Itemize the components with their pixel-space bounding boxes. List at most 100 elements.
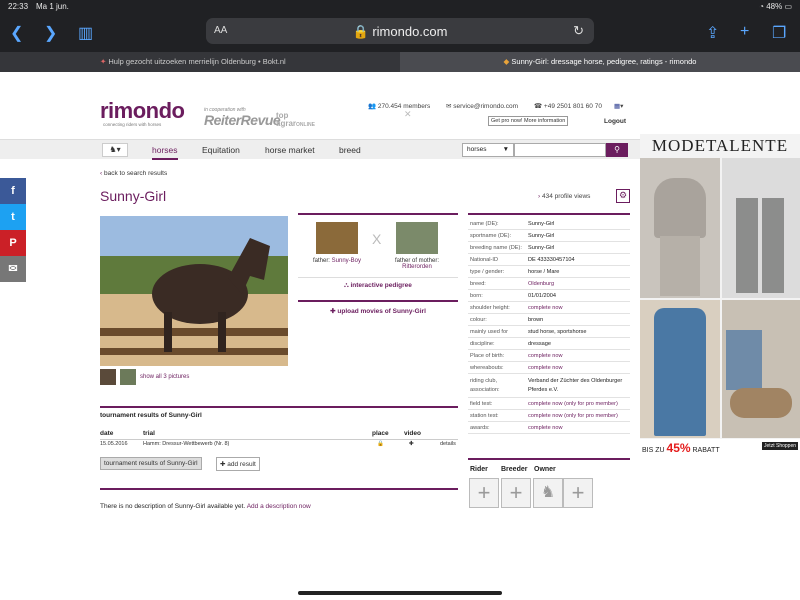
language-selector[interactable]: ▦▾ (614, 102, 623, 110)
ad-percent: 45% (666, 441, 691, 454)
info-value[interactable]: Oldenburg (528, 281, 554, 287)
tab-label: Sunny-Girl: dressage horse, pedigree, ra… (511, 57, 697, 66)
info-label: riding club, association: (470, 378, 500, 393)
add-breeder-button[interactable]: + (501, 478, 531, 508)
logout-link[interactable]: Logout (604, 118, 626, 125)
info-label: station test: (470, 413, 499, 419)
ad-banner: BIS ZU 45% RABATT Jetzt Shoppen (640, 439, 800, 454)
info-value: horse / Mare (528, 269, 560, 275)
advertisement[interactable]: MODETALENTE BIS ZU 45% RABATT Jetzt Shop… (640, 134, 800, 454)
search-input[interactable] (514, 143, 606, 157)
menu-horse-market[interactable]: horse market (265, 145, 315, 155)
plus-icon: ✚ (220, 461, 226, 468)
rimondo-logo[interactable]: rimondo (100, 98, 185, 124)
reiterrevue-logo[interactable]: ReiterRevue (204, 112, 281, 128)
facebook-share-icon[interactable]: f (0, 178, 26, 204)
info-label: field test: (470, 401, 493, 407)
result-details-link[interactable]: details (440, 441, 456, 447)
search-button[interactable]: ⚲ (606, 143, 628, 157)
tab-favicon-icon: ◆ (503, 57, 510, 66)
breeder-label: Breeder (501, 466, 528, 473)
topagrar-logo[interactable]: top agrarONLINE (276, 112, 315, 129)
owner-avatar-icon[interactable]: ♞ (533, 478, 563, 508)
info-value[interactable]: complete now (528, 425, 563, 431)
result-date: 15.05.2016 (100, 441, 128, 447)
info-value: Sunny-Girl (528, 233, 555, 239)
info-label: type / gender: (470, 269, 505, 275)
pedigree-icon: ⛬ (344, 282, 349, 289)
url-text: 🔒 rimondo.com (352, 24, 448, 39)
settings-gear-icon[interactable]: ⚙ (616, 189, 630, 203)
upload-movies-link[interactable]: ✚ upload movies of Sunny-Girl (298, 307, 458, 315)
close-tab-icon[interactable]: ✕ (404, 104, 412, 124)
twitter-share-icon[interactable]: t (0, 204, 26, 230)
info-label: National-ID (470, 257, 498, 263)
service-email[interactable]: ✉ service@rimondo.com (446, 102, 518, 110)
phone-text: +49 2501 801 60 70 (543, 103, 602, 110)
col-video: video (404, 430, 421, 437)
tab-rimondo[interactable]: ◆ Sunny-Girl: dressage horse, pedigree, … (400, 52, 800, 72)
topagrar-online: ONLINE (296, 122, 315, 128)
tab-favicon-icon: ✦ (100, 57, 107, 66)
info-value[interactable]: complete now (528, 365, 563, 371)
photo-thumbnail[interactable] (120, 369, 136, 385)
photo-thumbnail[interactable] (100, 369, 116, 385)
horse-dropdown-icon[interactable]: ♞▾ (102, 143, 128, 157)
info-value: Sunny-Girl (528, 221, 555, 227)
browser-toolbar: ❮ ❯ ▥ AA 🔒 rimondo.com ↻ ⇪ + ❐ (0, 14, 800, 52)
info-value: dressage (528, 341, 552, 347)
address-bar[interactable]: AA 🔒 rimondo.com ↻ (206, 18, 594, 44)
caret-down-icon: ▼ (502, 146, 509, 153)
forward-icon[interactable]: ❯ (44, 23, 57, 43)
owner-label: Owner (534, 466, 556, 473)
mother-father-link[interactable]: Ritterorden (382, 264, 452, 270)
reload-icon[interactable]: ↻ (573, 23, 584, 39)
plus-icon: ✚ (330, 308, 336, 315)
back-icon[interactable]: ❮ (10, 23, 23, 43)
back-to-results-link[interactable]: ‹ back to search results (100, 170, 167, 177)
horse-photo[interactable] (100, 216, 288, 366)
menu-equitation[interactable]: Equitation (202, 145, 240, 155)
father-photo[interactable] (316, 222, 358, 254)
new-tab-icon[interactable]: + (740, 23, 749, 41)
share-icon[interactable]: ⇪ (706, 23, 719, 43)
info-row: breed: Oldenburg (468, 278, 630, 290)
info-label: name (DE): (470, 221, 499, 227)
menu-breed[interactable]: breed (339, 145, 361, 155)
add-rider-button[interactable]: + (469, 478, 499, 508)
add-owner-button[interactable]: + (563, 478, 593, 508)
tab-bar: ✦ Hulp gezocht uitzoeken merrielijn Olde… (0, 52, 800, 119)
add-description-link[interactable]: Add a description now (247, 503, 311, 510)
status-bar: 22:33 Ma 1 jun. ◔ 48% ▭ (0, 0, 800, 14)
info-value: DE 433330457104 (528, 257, 575, 263)
father-link[interactable]: Sunny-Boy (332, 258, 361, 264)
interactive-pedigree-link[interactable]: ⛬ interactive pedigree (298, 282, 458, 290)
phone-number[interactable]: ☎ +49 2501 801 60 70 (534, 102, 602, 110)
search-category-select[interactable]: horses ▼ (462, 143, 514, 157)
pinterest-share-icon[interactable]: P (0, 230, 26, 256)
info-label: mainly used for (470, 329, 508, 335)
no-description: There is no description of Sunny-Girl av… (100, 503, 246, 510)
info-value[interactable]: complete now (only for pro member) (528, 401, 618, 407)
members-count: 👥 270.454 members (368, 102, 430, 110)
menu-horses[interactable]: horses (152, 145, 178, 160)
tabs-icon[interactable]: ❐ (772, 23, 786, 43)
info-row: name (DE): Sunny-Girl (468, 218, 630, 230)
info-value[interactable]: complete now (only for pro member) (528, 413, 618, 419)
info-value[interactable]: complete now (528, 305, 563, 311)
info-label: born: (470, 293, 483, 299)
info-value[interactable]: complete now (528, 353, 563, 359)
tournament-results-button[interactable]: tournament results of Sunny-Girl (100, 457, 202, 470)
rider-label: Rider (470, 466, 488, 473)
ad-shop-button[interactable]: Jetzt Shoppen (762, 442, 798, 450)
show-all-pictures-link[interactable]: show all 3 pictures (140, 374, 189, 380)
result-trial-link[interactable]: Hamm: Dressur-Wettbewerb (Nr. 8) (143, 441, 229, 447)
mother-father-photo[interactable] (396, 222, 438, 254)
get-pro-button[interactable]: Get pro now! More information (488, 116, 569, 126)
bookmarks-icon[interactable]: ▥ (78, 23, 93, 43)
add-result-button[interactable]: ✚ add result (216, 457, 260, 471)
add-video-icon[interactable]: ✚ (409, 441, 414, 447)
tab-bokt[interactable]: ✦ Hulp gezocht uitzoeken merrielijn Olde… (0, 52, 400, 72)
search-category-value: horses (467, 146, 487, 153)
email-share-icon[interactable]: ✉ (0, 256, 26, 282)
